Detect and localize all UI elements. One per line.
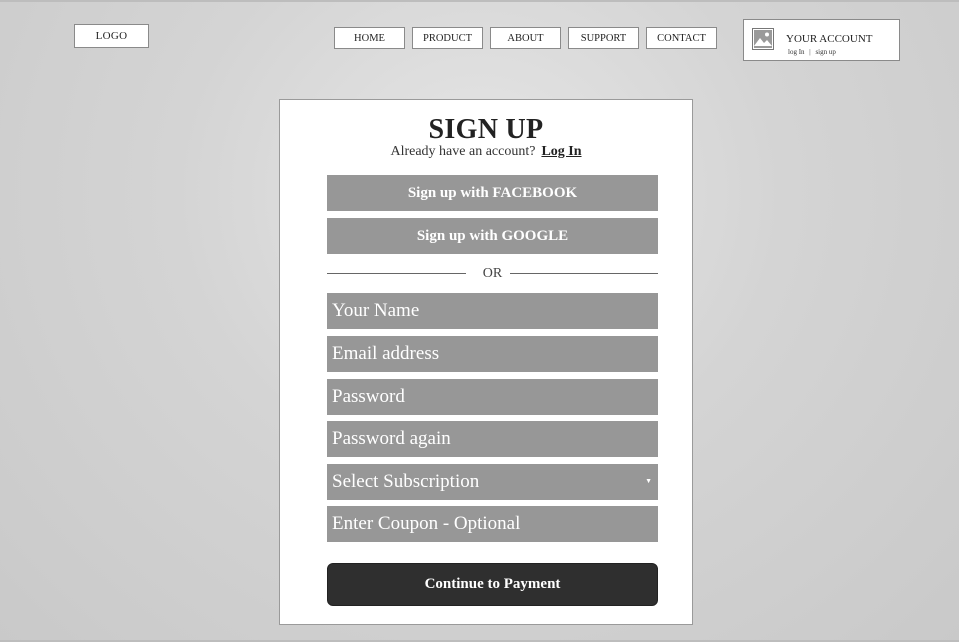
account-login-link[interactable]: log In — [788, 48, 805, 56]
subscription-select[interactable]: Select Subscription ▼ — [327, 464, 658, 500]
password-input[interactable]: Password — [327, 379, 658, 415]
coupon-input[interactable]: Enter Coupon - Optional — [327, 506, 658, 542]
facebook-signup-button[interactable]: Sign up with FACEBOOK — [327, 175, 658, 211]
google-signup-button[interactable]: Sign up with GOOGLE — [327, 218, 658, 254]
image-placeholder-icon — [752, 28, 774, 50]
top-border — [0, 0, 959, 2]
signup-card: SIGN UP Already have an account? Log In S… — [279, 99, 693, 625]
login-link[interactable]: Log In — [541, 144, 581, 159]
password-confirm-input[interactable]: Password again — [327, 421, 658, 457]
account-box: YOUR ACCOUNT log In | sign up — [743, 19, 900, 61]
page-title: SIGN UP — [428, 114, 544, 145]
nav-home[interactable]: HOME — [334, 27, 405, 49]
subscription-select-value: Select Subscription — [332, 471, 480, 492]
nav-product[interactable]: PRODUCT — [412, 27, 483, 49]
login-prompt-text: Already have an account? — [390, 144, 536, 159]
nav-contact[interactable]: CONTACT — [646, 27, 717, 49]
divider-line-right — [510, 273, 658, 274]
account-signup-link[interactable]: sign up — [815, 48, 835, 56]
logo[interactable]: LOGO — [74, 24, 149, 48]
account-title: YOUR ACCOUNT — [786, 33, 873, 45]
or-label: OR — [482, 266, 503, 281]
name-input[interactable]: Your Name — [327, 293, 658, 329]
account-link-separator: | — [809, 48, 811, 56]
chevron-down-icon: ▼ — [645, 477, 652, 485]
account-links: log In | sign up — [788, 48, 836, 56]
login-prompt: Already have an account? Log In — [280, 144, 692, 160]
or-divider: OR — [327, 265, 658, 285]
nav-about[interactable]: ABOUT — [490, 27, 561, 49]
continue-to-payment-button[interactable]: Continue to Payment — [327, 563, 658, 606]
nav-support[interactable]: SUPPORT — [568, 27, 639, 49]
email-input[interactable]: Email address — [327, 336, 658, 372]
main-nav: HOME PRODUCT ABOUT SUPPORT CONTACT — [334, 27, 724, 49]
